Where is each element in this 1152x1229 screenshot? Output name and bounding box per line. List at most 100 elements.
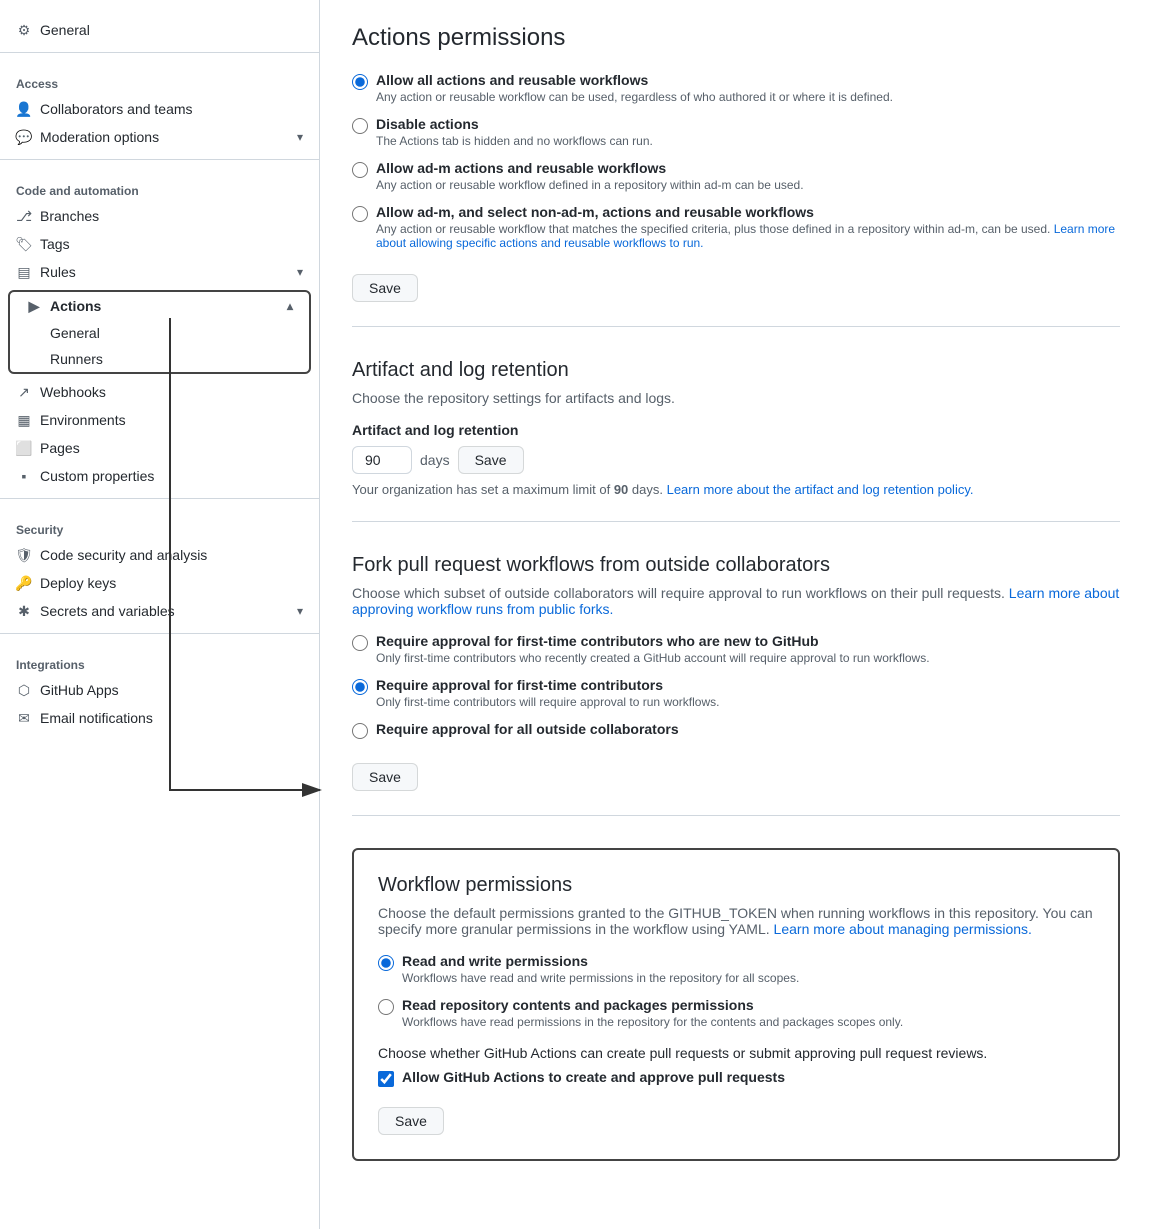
fork-section-desc: Choose which subset of outside collabora… — [352, 585, 1120, 617]
retention-input[interactable] — [352, 446, 412, 474]
save-button-fork[interactable]: Save — [352, 763, 418, 791]
tags-label: Tags — [40, 236, 70, 252]
fork-radio1-desc: Only first-time contributors who recentl… — [376, 651, 1120, 665]
fork-section: Fork pull request workflows from outside… — [352, 554, 1120, 816]
sidebar-item-pages[interactable]: ⬜ Pages — [0, 434, 319, 462]
rules-icon: ▤ — [16, 264, 32, 280]
save-button-retention[interactable]: Save — [458, 446, 524, 474]
artifact-section-desc: Choose the repository settings for artif… — [352, 390, 1120, 406]
radio-option-3: Allow ad-m actions and reusable workflow… — [352, 160, 1120, 192]
sidebar-item-tags[interactable]: 🏷 Tags — [0, 230, 319, 258]
days-label: days — [420, 452, 450, 468]
sidebar-item-actions[interactable]: ▶ Actions ▴ — [10, 292, 309, 320]
fork-section-title: Fork pull request workflows from outside… — [352, 554, 1120, 577]
radio-first-time[interactable] — [352, 679, 368, 695]
workflow-radio-1: Read and write permissions Workflows hav… — [378, 953, 1094, 985]
comment-icon: 💬 — [16, 129, 32, 145]
workflow-radio1-label: Read and write permissions — [402, 953, 1094, 969]
fork-radio2-desc: Only first-time contributors will requir… — [376, 695, 1120, 709]
radio-read-write[interactable] — [378, 955, 394, 971]
branches-label: Branches — [40, 208, 99, 224]
sidebar-item-rules[interactable]: ▤ Rules ▾ — [0, 258, 319, 286]
radio-read-only[interactable] — [378, 999, 394, 1015]
github-apps-label: GitHub Apps — [40, 682, 119, 698]
radio2-desc: The Actions tab is hidden and no workflo… — [376, 134, 1120, 148]
sidebar-item-collaborators[interactable]: 👤 Collaborators and teams — [0, 95, 319, 123]
chevron-down-icon: ▾ — [297, 265, 303, 279]
pr-approval-desc: Choose whether GitHub Actions can create… — [378, 1045, 1094, 1061]
sidebar-item-custom-properties[interactable]: ▪ Custom properties — [0, 462, 319, 490]
sidebar-item-environments[interactable]: ▦ Environments — [0, 406, 319, 434]
workflow-radio2-desc: Workflows have read permissions in the r… — [402, 1015, 1094, 1029]
permissions-section: Allow all actions and reusable workflows… — [352, 72, 1120, 327]
radio-first-time-new[interactable] — [352, 635, 368, 651]
webhooks-label: Webhooks — [40, 384, 106, 400]
sidebar-item-general[interactable]: ⚙ General — [0, 16, 319, 44]
sidebar-item-runners[interactable]: Runners — [10, 346, 309, 372]
shield-icon: 🛡 — [16, 547, 32, 563]
actions-icon: ▶ — [26, 298, 42, 314]
fork-radio-2: Require approval for first-time contribu… — [352, 677, 1120, 709]
rules-label: Rules — [40, 264, 76, 280]
workflow-radio1-desc: Workflows have read and write permission… — [402, 971, 1094, 985]
gear-icon: ⚙ — [16, 22, 32, 38]
sidebar-item-email-notifications[interactable]: ✉ Email notifications — [0, 704, 319, 732]
radio-adm-select-actions[interactable] — [352, 206, 368, 222]
save-button-workflow[interactable]: Save — [378, 1107, 444, 1135]
radio-option-1: Allow all actions and reusable workflows… — [352, 72, 1120, 104]
save-button-permissions[interactable]: Save — [352, 274, 418, 302]
sidebar-item-webhooks[interactable]: ↗ Webhooks — [0, 378, 319, 406]
artifact-sub-label: Artifact and log retention — [352, 422, 1120, 438]
radio3-label: Allow ad-m actions and reusable workflow… — [376, 160, 1120, 176]
radio-all-outside[interactable] — [352, 723, 368, 739]
fork-radio3-label: Require approval for all outside collabo… — [376, 721, 1120, 737]
pages-icon: ⬜ — [16, 440, 32, 456]
retention-link[interactable]: Learn more about the artifact and log re… — [667, 482, 974, 497]
custom-properties-label: Custom properties — [40, 468, 154, 484]
runners-label: Runners — [50, 351, 103, 367]
workflow-desc-link[interactable]: Learn more about managing permissions. — [774, 921, 1032, 937]
sidebar-item-github-apps[interactable]: ⬡ GitHub Apps — [0, 676, 319, 704]
allow-pr-checkbox[interactable] — [378, 1071, 394, 1087]
sidebar-item-code-security[interactable]: 🛡 Code security and analysis — [0, 541, 319, 569]
branch-icon: ⎇ — [16, 208, 32, 224]
collaborators-label: Collaborators and teams — [40, 101, 193, 117]
sidebar-item-secrets[interactable]: ✱ Secrets and variables ▾ — [0, 597, 319, 625]
actions-box: ▶ Actions ▴ General Runners — [8, 290, 311, 374]
webhook-icon: ↗ — [16, 384, 32, 400]
radio-option-4: Allow ad-m, and select non-ad-m, actions… — [352, 204, 1120, 250]
radio-adm-actions[interactable] — [352, 162, 368, 178]
chevron-down-icon: ▾ — [297, 130, 303, 144]
page-title: Actions permissions — [352, 24, 1120, 52]
moderation-label: Moderation options — [40, 129, 159, 145]
fork-radio-3: Require approval for all outside collabo… — [352, 721, 1120, 739]
fork-radio1-label: Require approval for first-time contribu… — [376, 633, 1120, 649]
actions-label: Actions — [50, 298, 101, 314]
email-notifications-label: Email notifications — [40, 710, 153, 726]
radio4-desc: Any action or reusable workflow that mat… — [376, 222, 1120, 250]
fork-radio2-label: Require approval for first-time contribu… — [376, 677, 1120, 693]
retention-row: days Save — [352, 446, 1120, 474]
chevron-up-icon: ▴ — [287, 299, 293, 313]
sidebar-item-moderation[interactable]: 💬 Moderation options ▾ — [0, 123, 319, 151]
email-icon: ✉ — [16, 710, 32, 726]
deploy-keys-label: Deploy keys — [40, 575, 116, 591]
secret-icon: ✱ — [16, 603, 32, 619]
retention-note: Your organization has set a maximum limi… — [352, 482, 1120, 497]
key-icon: 🔑 — [16, 575, 32, 591]
workflow-radio2-label: Read repository contents and packages pe… — [402, 997, 1094, 1013]
code-automation-section-label: Code and automation — [0, 168, 319, 202]
sidebar-item-deploy-keys[interactable]: 🔑 Deploy keys — [0, 569, 319, 597]
tag-icon: 🏷 — [16, 236, 32, 252]
fork-radio-1: Require approval for first-time contribu… — [352, 633, 1120, 665]
custom-properties-icon: ▪ — [16, 468, 32, 484]
workflow-radio-2: Read repository contents and packages pe… — [378, 997, 1094, 1029]
allow-pr-label: Allow GitHub Actions to create and appro… — [402, 1069, 1094, 1085]
workflow-section-desc: Choose the default permissions granted t… — [378, 905, 1094, 937]
sidebar-item-actions-general[interactable]: General — [10, 320, 309, 346]
sidebar-item-branches[interactable]: ⎇ Branches — [0, 202, 319, 230]
radio-all-actions[interactable] — [352, 74, 368, 90]
chevron-down-icon: ▾ — [297, 604, 303, 618]
github-apps-icon: ⬡ — [16, 682, 32, 698]
radio-disable-actions[interactable] — [352, 118, 368, 134]
